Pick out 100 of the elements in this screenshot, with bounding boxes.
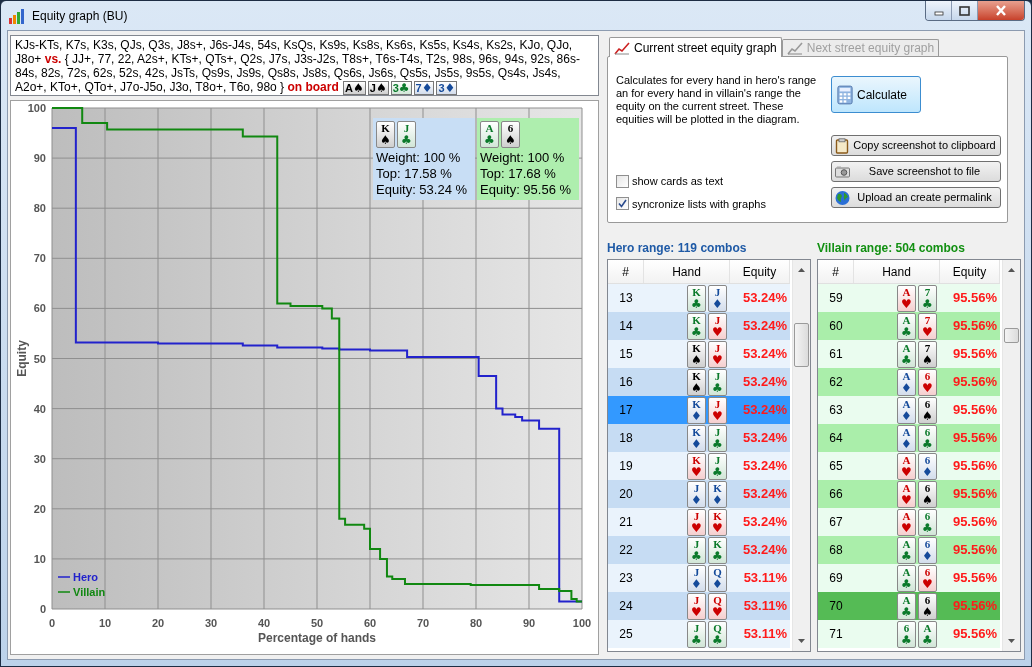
range-input-field[interactable]: KJs-KTs, K7s, K3s, QJs, Q3s, J8s+, J6s-J4s, 54s, KsQs, Ks9s, Ks8s, Ks6s, Ks5s, Ks4s, Ks2s, KJo, QJo, J8o+ vs. { JJ+, 77, 22, A2s+, KTs+, QTs+, Q2s, J7s, J3s-J2s, T8s+, T6s-T4s, T2s, 98s, 96s, 94s, 92s, 86s-84s, 82s, 72s, 62s, 52s, 42s, JsTs, Qs9s, Js9s, Qs8s, Js8s, Qs6s, Js6s, Qs5s, Js5s, 9s5s, Qs4s, Js4s, A2o+, KTo+, QTo+, J7o-J5o, J3o, T8o+, T6o, 98o } on board A♠ J♠ 3♣ 7♦ 3♦ [10, 35, 599, 96]
close-button[interactable] [978, 1, 1024, 20]
x-tick-label: 80 [469, 617, 483, 629]
table-row[interactable]: 23 J ♦ Q ♦ 53.11% [608, 564, 790, 592]
table-row[interactable]: 63 A ♦ 6 ♠ 95.56% [818, 396, 1000, 424]
row-number: 59 [828, 290, 844, 307]
card-rank: A [902, 453, 911, 466]
row-number: 64 [828, 430, 844, 447]
card-suit: ♣ [901, 577, 912, 590]
card-rank: 7 [924, 313, 931, 326]
card-suit: ♦ [901, 437, 912, 450]
card-suit: ♠ [505, 134, 516, 146]
card-suit: ♥ [901, 521, 912, 534]
card-rank: K [692, 425, 701, 438]
card-suit: ♥ [712, 409, 723, 422]
table-row[interactable]: 14 K ♣ J ♥ 53.24% [608, 312, 790, 340]
column-header[interactable]: Hand [854, 260, 940, 283]
equity-value: 95.56% [951, 597, 998, 616]
action-button[interactable]: Save screenshot to file [831, 161, 1001, 182]
table-row[interactable]: 13 K ♣ J ♦ 53.24% [608, 284, 790, 312]
card-rank: 6 [924, 509, 931, 522]
checkbox-label[interactable]: syncronize lists with graphs [632, 195, 766, 212]
column-header[interactable]: Equity [730, 260, 790, 283]
card-rank: 6 [903, 621, 910, 634]
card-suit: ♠ [922, 409, 933, 422]
table-row[interactable]: 65 A ♥ 6 ♦ 95.56% [818, 452, 1000, 480]
card-rank: K [713, 537, 722, 550]
y-tick-label: 70 [33, 252, 46, 265]
table-row[interactable]: 62 A ♦ 6 ♥ 95.56% [818, 368, 1000, 396]
equity-value: 53.24% [741, 289, 788, 308]
scroll-up-arrow-icon [1008, 268, 1015, 272]
table-row[interactable]: 17 K ♦ J ♥ 53.24% [608, 396, 790, 424]
card-rank: 6 [507, 122, 514, 134]
column-header[interactable]: # [608, 260, 644, 283]
tooltip-text: Weight: 100 % [376, 150, 462, 166]
column-header[interactable]: # [818, 260, 854, 283]
table-row[interactable]: 68 A ♣ 6 ♦ 95.56% [818, 536, 1000, 564]
table-row[interactable]: 20 J ♦ K ♦ 53.24% [608, 480, 790, 508]
scrollbar-thumb[interactable] [794, 323, 809, 367]
card-rank: K [713, 481, 722, 494]
table-row[interactable]: 60 A ♣ 7 ♥ 95.56% [818, 312, 1000, 340]
card-suit: ♥ [901, 465, 912, 478]
table-row[interactable]: 69 A ♣ 6 ♥ 95.56% [818, 564, 1000, 592]
table-row[interactable]: 18 K ♦ J ♣ 53.24% [608, 424, 790, 452]
action-button[interactable]: Copy screenshot to clipboard [831, 135, 1001, 156]
table-row[interactable]: 61 A ♣ 7 ♠ 95.56% [818, 340, 1000, 368]
scrollbar-thumb[interactable] [1004, 328, 1019, 343]
table-row[interactable]: 25 J ♣ Q ♣ 53.11% [608, 620, 790, 648]
card-suit: ♥ [922, 381, 933, 394]
scroll-down-arrow-icon [798, 639, 805, 643]
equity-value: 95.56% [951, 569, 998, 588]
x-tick-label: 60 [363, 617, 377, 629]
equity-value: 95.56% [951, 289, 998, 308]
table-row[interactable]: 16 K ♠ J ♣ 53.24% [608, 368, 790, 396]
y-tick-label: 60 [33, 302, 46, 315]
table-row[interactable]: 22 J ♣ K ♣ 53.24% [608, 536, 790, 564]
table-row[interactable]: 67 A ♥ 6 ♣ 95.56% [818, 508, 1000, 536]
column-header[interactable]: Equity [940, 260, 1000, 283]
table-row[interactable]: 19 K ♥ J ♣ 53.24% [608, 452, 790, 480]
row-number: 21 [618, 514, 634, 531]
row-number: 66 [828, 486, 844, 503]
tooltip-text: Equity: 95.56 % [480, 182, 573, 198]
card-rank: 6 [924, 397, 931, 410]
table-row[interactable]: 15 K ♠ J ♥ 53.24% [608, 340, 790, 368]
table-title: Hero range: 119 combos [607, 240, 748, 255]
card-rank: J [714, 341, 721, 354]
table-row[interactable]: 24 J ♥ Q ♥ 53.11% [608, 592, 790, 620]
table-row[interactable]: 59 A ♥ 7 ♣ 95.56% [818, 284, 1000, 312]
maximize-button[interactable] [952, 1, 978, 20]
y-axis-title: Equity [15, 340, 29, 377]
scrollbar[interactable] [1002, 260, 1020, 651]
card-suit: ♥ [691, 465, 702, 478]
card-rank: K [692, 285, 701, 298]
action-button[interactable]: Upload an create permalink [831, 187, 1001, 208]
table-row[interactable]: 21 J ♥ K ♥ 53.24% [608, 508, 790, 536]
column-header[interactable]: Hand [644, 260, 730, 283]
row-number: 71 [828, 626, 844, 643]
checkbox-label[interactable]: show cards as text [632, 173, 724, 190]
row-number: 13 [618, 290, 634, 307]
checkbox[interactable] [616, 197, 629, 211]
equity-value: 95.56% [951, 485, 998, 504]
x-tick-label: 0 [48, 617, 56, 629]
card-rank: A [902, 481, 911, 494]
card-suit: ♠ [922, 605, 933, 618]
table-row[interactable]: 66 A ♥ 6 ♠ 95.56% [818, 480, 1000, 508]
card-suit: ♣ [901, 605, 912, 618]
table-row[interactable]: 70 A ♣ 6 ♠ 95.56% [818, 592, 1000, 620]
scrollbar[interactable] [792, 260, 810, 651]
x-tick-label: 50 [310, 617, 324, 629]
row-number: 19 [618, 458, 634, 475]
card-suit: ♥ [691, 521, 702, 534]
checkbox[interactable] [616, 174, 629, 188]
card-rank: 6 [924, 537, 931, 550]
tab[interactable]: Current street equity graph [609, 37, 782, 57]
card-suit: ♦ [712, 493, 723, 506]
equity-value: 95.56% [951, 625, 998, 644]
table-row[interactable]: 71 6 ♣ A ♣ 95.56% [818, 620, 1000, 648]
row-number: 23 [618, 570, 634, 587]
calculate-button[interactable]: Calculate [831, 76, 921, 113]
table-row[interactable]: 64 A ♦ 6 ♣ 95.56% [818, 424, 1000, 452]
